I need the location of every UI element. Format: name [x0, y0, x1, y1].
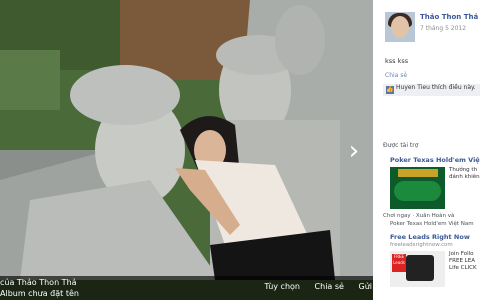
options-button[interactable]: Tùy chọn [264, 282, 300, 291]
photo-owner-caption[interactable]: của Thảo Thon Thả [0, 278, 77, 288]
post-date[interactable]: 7 tháng 5 2012 [420, 25, 466, 32]
right-panel: Thảo Thon Thả 7 tháng 5 2012 kss kss Chi… [373, 0, 480, 300]
author-name[interactable]: Thảo Thon Thả [420, 13, 478, 21]
photo-actions: Tùy chọn Chia sẻ Gửi [252, 282, 372, 292]
photo-area[interactable]: › [0, 0, 373, 300]
next-photo-button[interactable]: › [343, 138, 365, 164]
ad2-image[interactable]: FREE Leads [390, 251, 445, 287]
like-icon: 👍 [386, 86, 394, 94]
ad2-title[interactable]: Free Leads Right Now [390, 233, 470, 241]
ad1-title[interactable]: Poker Texas Hold'em Việt [390, 156, 480, 164]
ad1-text: Thưởng th đánh khiên [449, 167, 480, 180]
likes-text[interactable]: Huyen Tieu thích điều này. [396, 84, 476, 91]
ad1-social-line2: Poker Texas Hold'em Việt Nam [390, 221, 474, 227]
ad1-social-line1[interactable]: Chơi ngay · Xuân Hoàn và [383, 213, 454, 219]
ad2-text: Join Follo FREE LEA Life CLICK [449, 251, 477, 271]
photo-image [0, 0, 373, 300]
post-text: kss kss [385, 57, 409, 65]
ad2-badge: FREE Leads [392, 254, 406, 272]
sponsored-label: Được tài trợ [383, 142, 419, 149]
avatar[interactable] [385, 12, 415, 42]
send-button[interactable]: Gửi [359, 282, 373, 291]
ad1-image[interactable] [390, 167, 445, 209]
share-button[interactable]: Chia sẻ [315, 282, 344, 291]
likes-row: 👍 Huyen Tieu thích điều này. [383, 84, 480, 96]
ad2-domain: freeleadsrightnow.com [390, 242, 453, 248]
share-link[interactable]: Chia sẻ [385, 72, 407, 79]
album-name-caption[interactable]: Album chưa đặt tên [0, 289, 79, 299]
